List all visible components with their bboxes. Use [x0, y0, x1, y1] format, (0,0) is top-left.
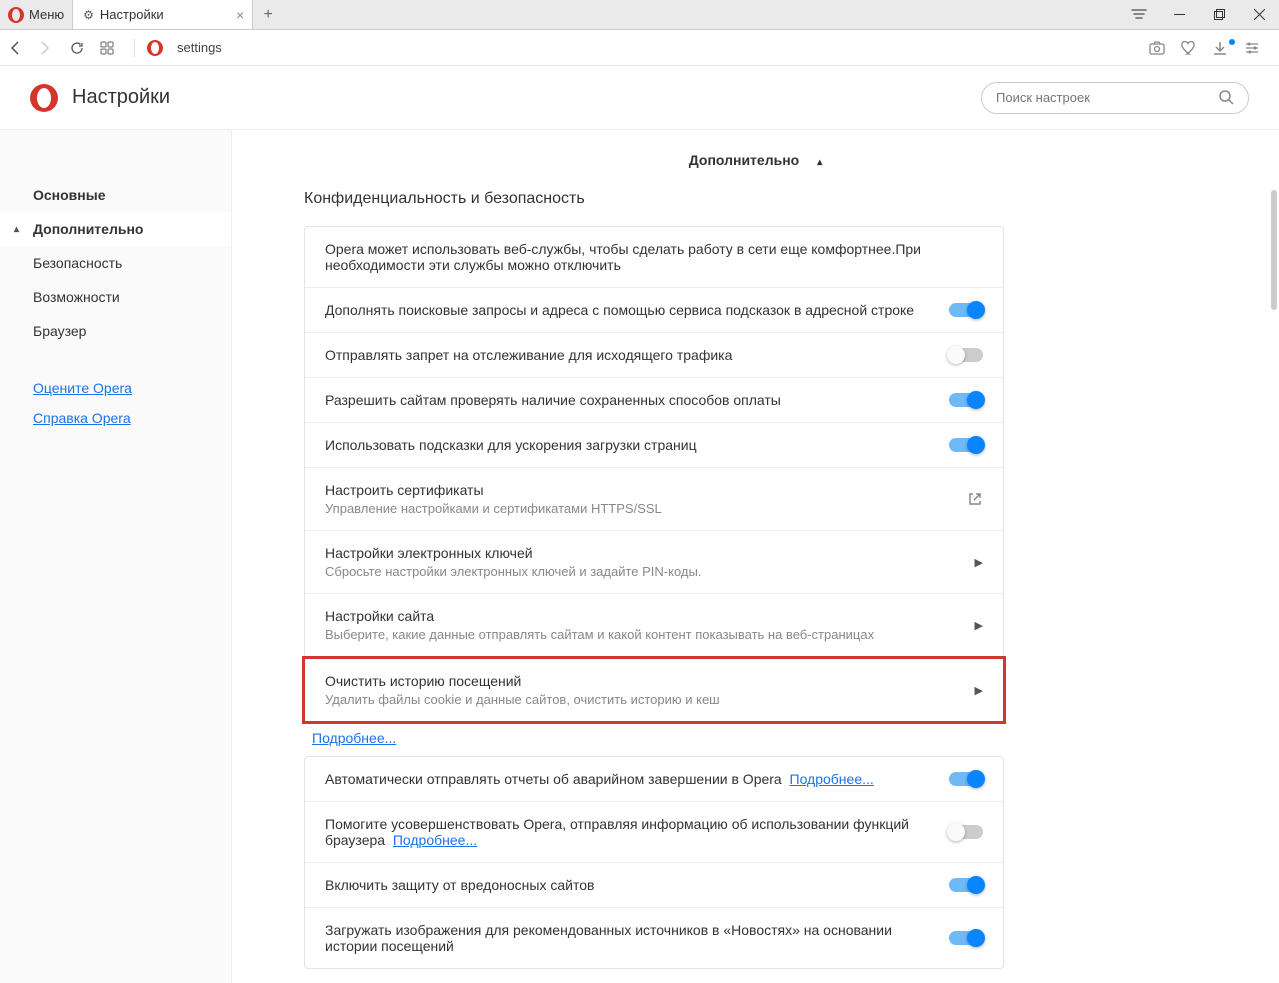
row-security-keys[interactable]: Настройки электронных ключей Сбросьте на…: [305, 531, 1003, 594]
easy-setup-icon[interactable]: [1119, 0, 1159, 29]
search-input[interactable]: [996, 90, 1219, 105]
row-suggestions[interactable]: Дополнять поисковые запросы и адреса с п…: [305, 288, 1003, 333]
toggle-news-images[interactable]: [949, 931, 983, 945]
settings-header: Настройки: [0, 66, 1279, 130]
toggle-preload[interactable]: [949, 438, 983, 452]
menu-label: Меню: [29, 7, 64, 22]
opera-logo-icon: [30, 84, 58, 112]
row-certificates[interactable]: Настроить сертификаты Управление настрой…: [305, 468, 1003, 531]
row-site-settings[interactable]: Настройки сайта Выберите, какие данные о…: [305, 594, 1003, 657]
toggle-usage-stats[interactable]: [949, 825, 983, 839]
privacy-section-title: Конфиденциальность и безопасность: [304, 190, 1004, 208]
row-payment[interactable]: Разрешить сайтам проверять наличие сохра…: [305, 378, 1003, 423]
easy-setup-icon[interactable]: [1245, 42, 1269, 54]
settings-sidebar: Основные ▴ Дополнительно Безопасность Во…: [0, 130, 232, 983]
maximize-button[interactable]: [1199, 9, 1239, 20]
scrollbar[interactable]: [1271, 190, 1277, 310]
more-link[interactable]: Подробнее...: [312, 730, 396, 746]
help-opera-link[interactable]: Справка Opera: [33, 410, 231, 426]
row-intro: Opera может использовать веб-службы, что…: [305, 227, 1003, 288]
sidebar-item-features[interactable]: Возможности: [0, 280, 231, 314]
row-news-images[interactable]: Загружать изображения для рекомендованны…: [305, 908, 1003, 968]
url-text[interactable]: settings: [177, 40, 222, 55]
close-window-button[interactable]: [1239, 9, 1279, 20]
notification-dot: [1229, 39, 1235, 45]
toggle-payment[interactable]: [949, 393, 983, 407]
row-crash-reports[interactable]: Автоматически отправлять отчеты об авари…: [305, 757, 1003, 802]
close-tab-icon[interactable]: ×: [236, 7, 244, 23]
new-tab-button[interactable]: +: [253, 0, 283, 29]
toggle-malware[interactable]: [949, 878, 983, 892]
site-opera-icon: [147, 40, 163, 56]
address-bar: settings: [0, 30, 1279, 66]
chevron-right-icon: ▶: [975, 556, 983, 569]
toggle-dnt[interactable]: [949, 348, 983, 362]
tab-settings[interactable]: Настройки ×: [73, 0, 253, 29]
chevron-right-icon: ▶: [975, 619, 983, 632]
toggle-crash-reports[interactable]: [949, 772, 983, 786]
sidebar-item-browser[interactable]: Браузер: [0, 314, 231, 348]
search-icon: [1219, 90, 1234, 105]
menu-button[interactable]: Меню: [0, 0, 73, 29]
sidebar-item-security[interactable]: Безопасность: [0, 246, 231, 280]
row-dnt[interactable]: Отправлять запрет на отслеживание для ис…: [305, 333, 1003, 378]
row-clear-browsing-data[interactable]: Очистить историю посещений Удалить файлы…: [302, 656, 1006, 724]
settings-content: Дополнительно▴ Конфиденциальность и безо…: [232, 130, 1279, 983]
usage-more-link[interactable]: Подробнее...: [393, 832, 477, 848]
back-button[interactable]: [10, 41, 32, 55]
sidebar-item-advanced[interactable]: ▴ Дополнительно: [0, 212, 231, 246]
heart-icon[interactable]: [1181, 41, 1205, 55]
minimize-button[interactable]: [1159, 9, 1199, 20]
row-malware-protection[interactable]: Включить защиту от вредоносных сайтов: [305, 863, 1003, 908]
caret-up-icon: ▴: [14, 224, 19, 235]
window-controls: [1159, 0, 1279, 29]
separator: [134, 39, 135, 57]
row-preload[interactable]: Использовать подсказки для ускорения заг…: [305, 423, 1003, 468]
speed-dial-button[interactable]: [100, 41, 122, 55]
opera-icon: [8, 7, 24, 23]
downloads-icon[interactable]: [1213, 41, 1237, 55]
privacy-card: Opera может использовать веб-службы, что…: [304, 226, 1004, 724]
snapshot-icon[interactable]: [1149, 41, 1173, 55]
reporting-card: Автоматически отправлять отчеты об авари…: [304, 756, 1004, 969]
forward-button[interactable]: [40, 41, 62, 55]
crash-more-link[interactable]: Подробнее...: [790, 771, 874, 787]
tab-title: Настройки: [100, 7, 164, 22]
reload-button[interactable]: [70, 41, 92, 55]
page-title: Настройки: [72, 86, 170, 109]
external-link-icon: [967, 491, 983, 507]
settings-search[interactable]: [981, 82, 1249, 114]
sidebar-item-basic[interactable]: Основные: [0, 178, 231, 212]
rate-opera-link[interactable]: Оцените Opera: [33, 380, 231, 396]
advanced-section-toggle[interactable]: Дополнительно▴: [232, 130, 1279, 190]
chevron-up-icon: ▴: [817, 157, 822, 168]
window-titlebar: Меню Настройки × +: [0, 0, 1279, 30]
gear-icon: [83, 7, 94, 22]
chevron-right-icon: ▶: [975, 684, 983, 697]
row-usage-stats[interactable]: Помогите усовершенствовать Opera, отправ…: [305, 802, 1003, 863]
toggle-suggestions[interactable]: [949, 303, 983, 317]
